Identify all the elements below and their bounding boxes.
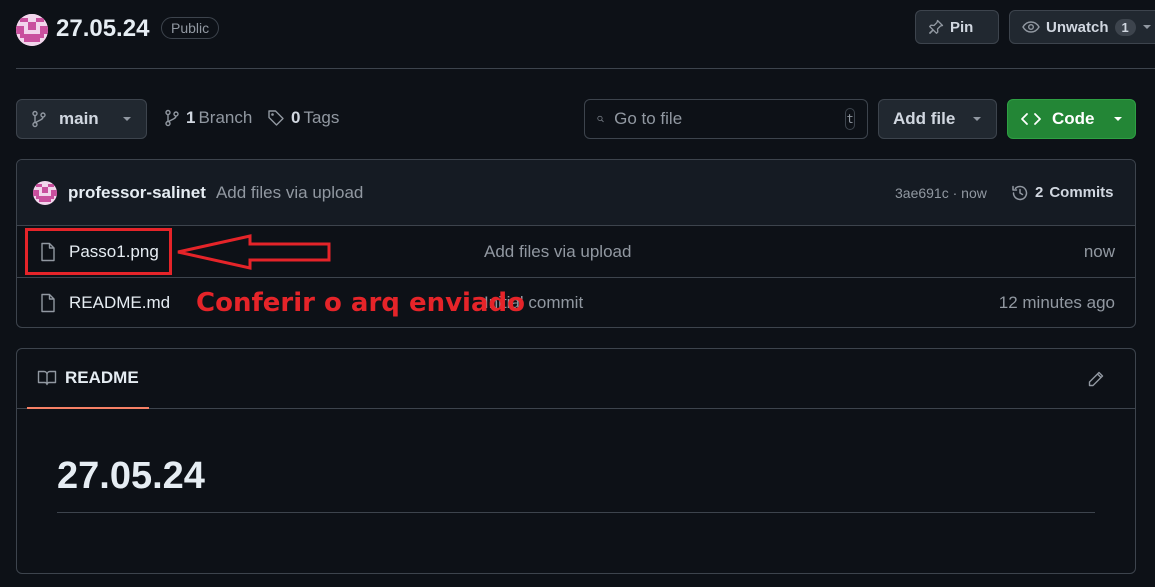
file-commit-time: now [1083, 241, 1115, 261]
commit-message[interactable]: Add files via upload [216, 183, 363, 203]
go-to-file-input[interactable] [614, 109, 836, 129]
branches-label: Branch [198, 108, 253, 127]
history-icon [1012, 185, 1028, 200]
file-name[interactable]: README.md [69, 293, 170, 313]
tags-count: 0 [291, 108, 301, 127]
readme-panel: README 27.05.24 [16, 348, 1136, 574]
eye-icon [1022, 21, 1040, 33]
unwatch-button[interactable]: Unwatch 1 [1009, 10, 1155, 44]
git-branch-icon [165, 109, 179, 127]
readme-heading-rule [57, 512, 1095, 513]
readme-header: README [17, 349, 1135, 409]
caret-down-icon [123, 117, 131, 121]
add-file-button[interactable]: Add file [878, 99, 997, 139]
commit-hash-time[interactable]: 3ae691c · now [895, 185, 987, 201]
tags-link[interactable]: 0 Tags [267, 108, 339, 128]
tags-label: Tags [303, 108, 340, 127]
commit-author[interactable]: professor-salinet [68, 183, 206, 203]
author-avatar[interactable] [33, 180, 57, 205]
code-label: Code [1052, 109, 1095, 128]
annotation-arrow-icon [177, 234, 331, 270]
repo-name[interactable]: 27.05.24 [56, 15, 149, 43]
caret-down-icon [973, 117, 981, 121]
unwatch-label: Unwatch [1046, 18, 1109, 36]
code-icon [1021, 113, 1041, 125]
caret-down-icon [1114, 117, 1122, 121]
book-icon [37, 370, 57, 386]
add-file-label: Add file [893, 109, 956, 128]
tag-icon [268, 110, 284, 126]
file-commit-message[interactable]: Add files via upload [484, 242, 631, 262]
readme-tab-label: README [65, 368, 139, 387]
pencil-icon[interactable] [1087, 370, 1105, 388]
annotation-text: Conferir o arq enviado [196, 288, 525, 318]
identicon-icon [16, 14, 48, 46]
commits-count: 2 [1035, 184, 1044, 201]
visibility-badge: Public [161, 17, 220, 39]
header-divider [16, 68, 1155, 69]
readme-tab[interactable]: README [27, 349, 149, 409]
repo-owner-avatar[interactable] [16, 14, 48, 46]
latest-commit-bar: professor-salinet Add files via upload 3… [17, 160, 1135, 226]
readme-heading: 27.05.24 [57, 455, 205, 497]
watch-count: 1 [1114, 18, 1136, 36]
caret-down-icon [1142, 25, 1151, 29]
identicon-icon [33, 180, 57, 205]
code-button[interactable]: Code [1007, 99, 1136, 139]
commits-label: Commits [1049, 184, 1114, 201]
commits-link[interactable]: 2 Commits [1011, 184, 1114, 202]
pin-button[interactable]: Pin [915, 10, 999, 44]
file-commit-time: 12 minutes ago [998, 293, 1115, 312]
branches-count: 1 [186, 108, 196, 127]
pin-icon [929, 19, 944, 34]
pin-label: Pin [950, 18, 974, 36]
file-row[interactable]: README.md Initial commit 12 minutes ago [17, 277, 1135, 327]
branch-selector[interactable]: main [16, 99, 147, 139]
git-branch-icon [32, 110, 46, 128]
go-to-file-search[interactable]: t [584, 99, 868, 139]
branch-name: main [59, 109, 99, 128]
annotation-highlight-box [25, 228, 172, 275]
branches-link[interactable]: 1 Branch [164, 108, 252, 128]
search-shortcut-key: t [845, 108, 855, 130]
file-icon [41, 293, 55, 313]
search-icon [597, 115, 604, 123]
